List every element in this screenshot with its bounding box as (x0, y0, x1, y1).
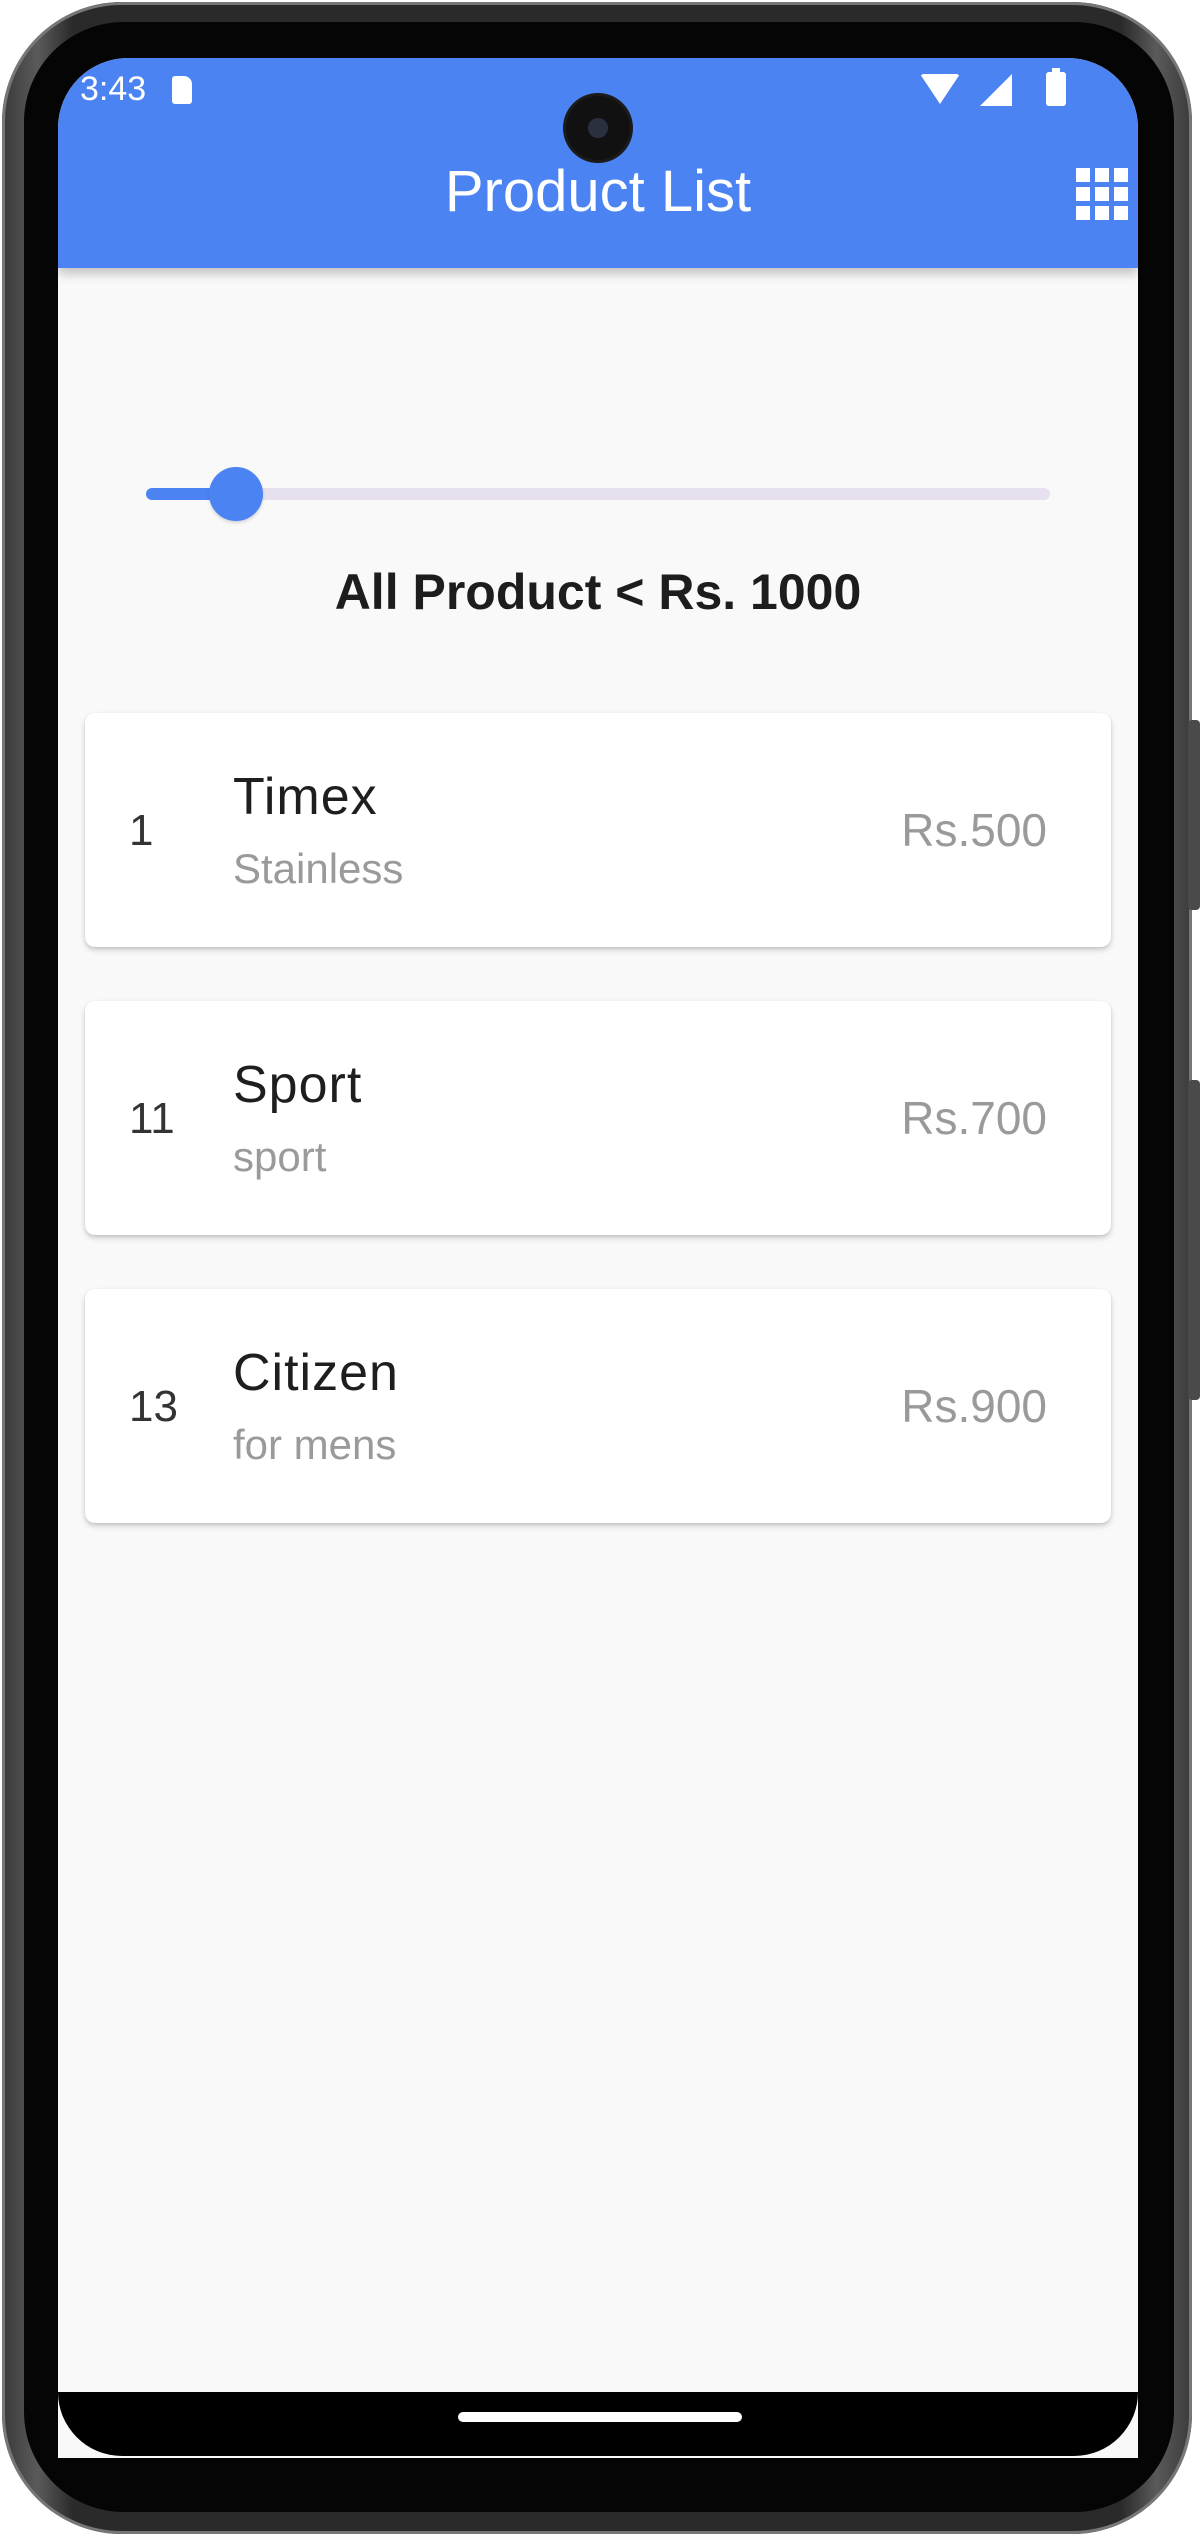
product-card[interactable]: 1 Timex Stainless Rs.500 (85, 713, 1111, 947)
product-description: for mens (233, 1421, 397, 1468)
product-name: Timex (233, 768, 378, 826)
status-time: 3:43 (80, 70, 147, 108)
page-title: Product List (444, 159, 752, 224)
product-card[interactable]: 13 Citizen for mens Rs.900 (85, 1289, 1111, 1523)
product-price: Rs.500 (901, 804, 1047, 856)
product-id: 11 (129, 1094, 175, 1143)
home-indicator[interactable] (458, 2412, 742, 2422)
product-id: 1 (129, 806, 154, 855)
product-list: 1 Timex Stainless Rs.500 11 Sport sport … (85, 713, 1111, 1577)
product-price: Rs.700 (901, 1092, 1047, 1144)
app-screen: 3:43 Product List All Product < Rs. 1000 (58, 58, 1138, 2458)
volume-button (1188, 1080, 1200, 1400)
filter-label: All Product < Rs. 1000 (334, 564, 862, 620)
wifi-icon (920, 74, 960, 104)
product-description: sport (233, 1133, 327, 1180)
product-name: Citizen (233, 1344, 399, 1402)
phone-device: 3:43 Product List All Product < Rs. 1000 (0, 0, 1200, 2541)
product-name: Sport (233, 1056, 363, 1114)
slider-thumb[interactable] (209, 467, 264, 521)
navigation-bar (58, 2392, 1138, 2456)
battery-icon (1046, 68, 1066, 106)
price-slider[interactable] (146, 464, 1050, 524)
product-description: Stainless (233, 845, 404, 892)
product-card[interactable]: 11 Sport sport Rs.700 (85, 1001, 1111, 1235)
front-camera (566, 96, 630, 160)
product-id: 13 (129, 1382, 178, 1431)
grid-view-icon[interactable] (1076, 168, 1128, 220)
power-button (1188, 720, 1200, 910)
slider-track (146, 488, 1050, 500)
signal-icon (980, 74, 1012, 106)
sd-card-icon (172, 76, 192, 104)
app-bar: 3:43 Product List (58, 58, 1138, 268)
product-price: Rs.900 (901, 1380, 1047, 1432)
